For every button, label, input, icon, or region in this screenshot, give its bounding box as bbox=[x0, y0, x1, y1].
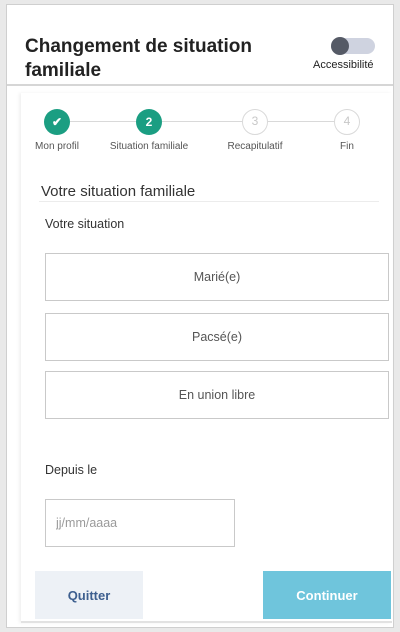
step-3-label: Recapitulatif bbox=[227, 141, 283, 152]
accessibility-toggle[interactable] bbox=[331, 37, 375, 55]
section-divider bbox=[39, 201, 379, 202]
app-frame: Changement de situation familiale Access… bbox=[6, 4, 394, 628]
step-connector bbox=[70, 121, 136, 122]
page-title: Changement de situation familiale bbox=[25, 36, 252, 81]
continue-button[interactable]: Continuer bbox=[263, 571, 391, 619]
step-connector bbox=[268, 121, 334, 122]
toggle-knob bbox=[331, 37, 349, 55]
step-connector bbox=[162, 121, 242, 122]
step-3-indicator: 3 bbox=[242, 109, 268, 135]
step-1-label: Mon profil bbox=[35, 141, 79, 152]
option-free-union[interactable]: En union libre bbox=[45, 371, 389, 419]
stepper: ✔ Mon profil 2 Situation familiale 3 Rec… bbox=[21, 93, 392, 181]
date-since-field[interactable] bbox=[45, 499, 235, 547]
step-4-indicator: 4 bbox=[334, 109, 360, 135]
quit-button[interactable]: Quitter bbox=[35, 571, 143, 619]
step-2-label: Situation familiale bbox=[109, 141, 189, 152]
step-4-label: Fin bbox=[340, 141, 354, 152]
bottom-divider bbox=[21, 621, 392, 623]
step-2-indicator: 2 bbox=[136, 109, 162, 135]
situation-label: Votre situation bbox=[45, 217, 125, 231]
step-1-check-icon: ✔ bbox=[44, 109, 70, 135]
form-panel: ✔ Mon profil 2 Situation familiale 3 Rec… bbox=[21, 93, 392, 623]
page-header: Changement de situation familiale Access… bbox=[7, 5, 393, 86]
date-label: Depuis le bbox=[45, 463, 98, 477]
section-title: Votre situation familiale bbox=[41, 183, 196, 200]
option-married[interactable]: Marié(e) bbox=[45, 253, 389, 301]
accessibility-label: Accessibilité bbox=[313, 59, 374, 71]
option-pacs[interactable]: Pacsé(e) bbox=[45, 313, 389, 361]
